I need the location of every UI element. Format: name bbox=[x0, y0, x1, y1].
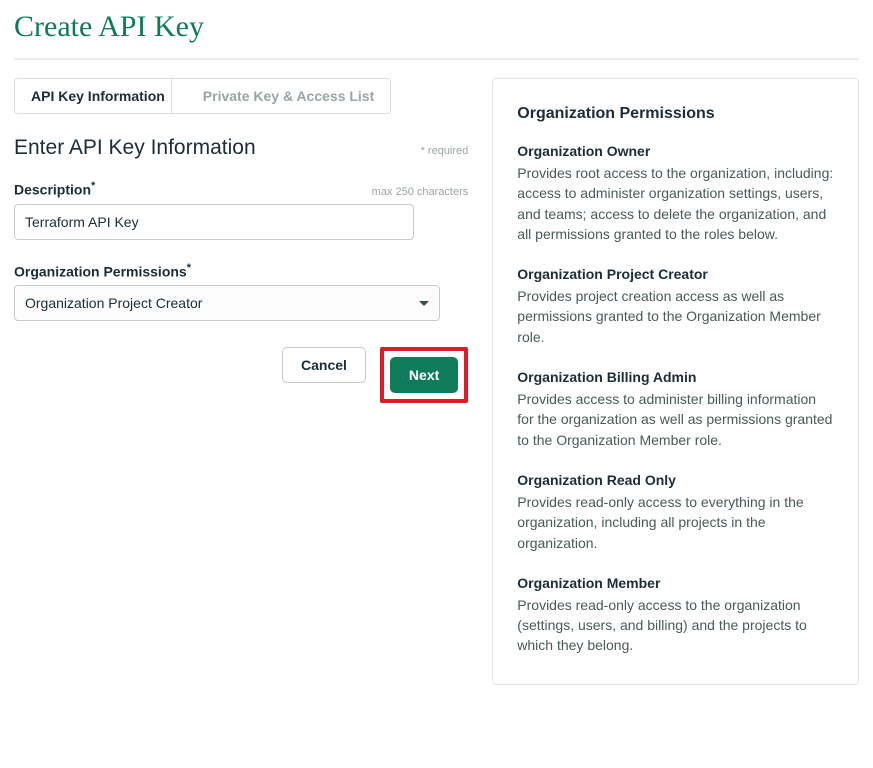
tab-api-key-information[interactable]: API Key Information bbox=[15, 79, 181, 113]
perm-item: Organization Owner Provides root access … bbox=[517, 143, 834, 244]
step-tabs: API Key Information Private Key & Access… bbox=[14, 78, 391, 114]
next-button[interactable]: Next bbox=[390, 357, 458, 393]
cancel-button[interactable]: Cancel bbox=[282, 347, 366, 383]
perm-item: Organization Member Provides read-only a… bbox=[517, 575, 834, 656]
perm-title: Organization Member bbox=[517, 575, 834, 591]
perm-title: Organization Owner bbox=[517, 143, 834, 159]
description-input[interactable] bbox=[14, 204, 414, 240]
perm-desc: Provides read-only access to the organiz… bbox=[517, 595, 834, 656]
perm-title: Organization Read Only bbox=[517, 472, 834, 488]
perm-item: Organization Billing Admin Provides acce… bbox=[517, 369, 834, 450]
perm-title: Organization Billing Admin bbox=[517, 369, 834, 385]
tab-private-key-access-list[interactable]: Private Key & Access List bbox=[181, 79, 390, 113]
divider bbox=[14, 58, 859, 60]
org-permissions-select[interactable]: Organization Project Creator bbox=[14, 285, 440, 321]
required-hint: * required bbox=[421, 145, 469, 157]
perm-desc: Provides read-only access to everything … bbox=[517, 492, 834, 553]
description-char-hint: max 250 characters bbox=[372, 186, 469, 198]
next-button-highlight: Next bbox=[380, 347, 468, 403]
org-permissions-label: Organization Permissions* bbox=[14, 262, 191, 280]
perm-item: Organization Read Only Provides read-onl… bbox=[517, 472, 834, 553]
page-title: Create API Key bbox=[14, 10, 859, 44]
section-title: Enter API Key Information bbox=[14, 136, 256, 160]
chevron-down-icon bbox=[419, 301, 429, 306]
perm-item: Organization Project Creator Provides pr… bbox=[517, 266, 834, 347]
perm-desc: Provides access to administer billing in… bbox=[517, 389, 834, 450]
permissions-panel: Organization Permissions Organization Ow… bbox=[492, 78, 859, 685]
perm-desc: Provides root access to the organization… bbox=[517, 163, 834, 244]
permissions-panel-title: Organization Permissions bbox=[517, 105, 834, 123]
description-label: Description* bbox=[14, 180, 95, 198]
perm-desc: Provides project creation access as well… bbox=[517, 286, 834, 347]
perm-title: Organization Project Creator bbox=[517, 266, 834, 282]
org-permissions-selected: Organization Project Creator bbox=[25, 295, 202, 311]
